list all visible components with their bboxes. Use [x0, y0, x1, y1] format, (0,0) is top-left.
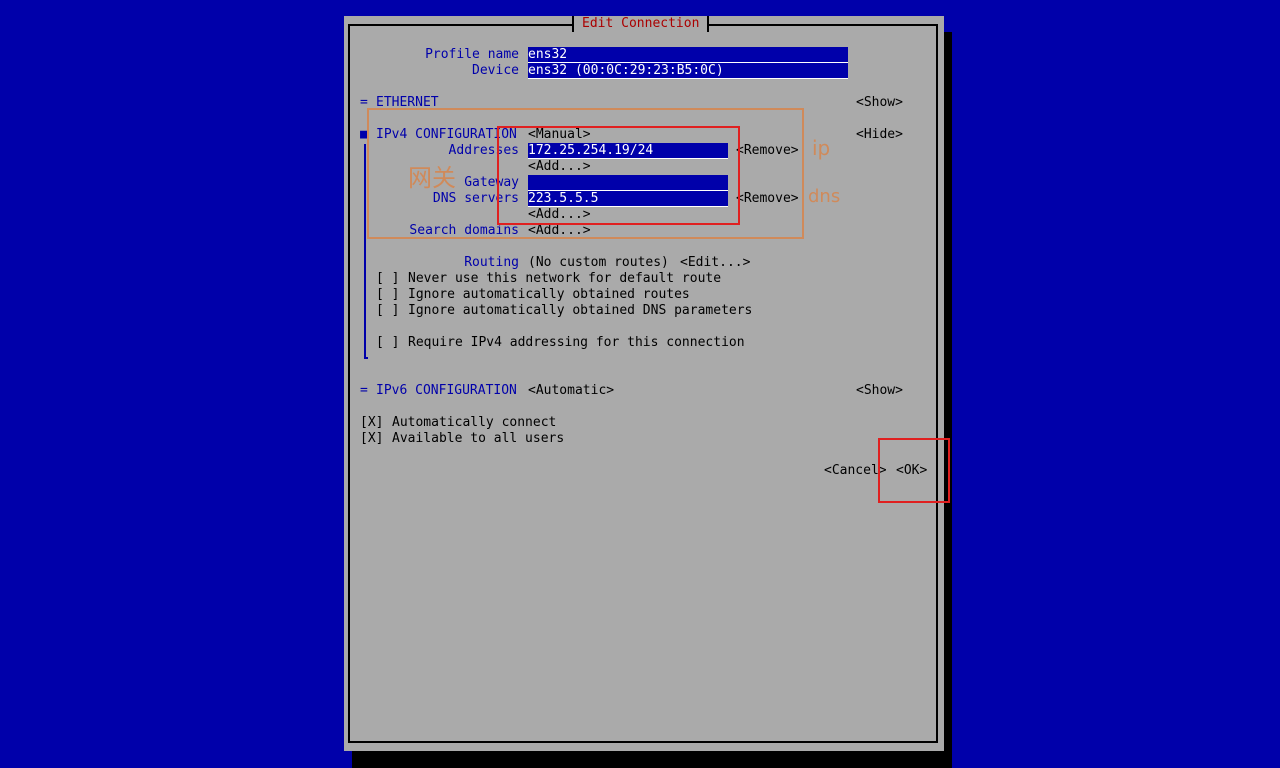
dialog-title: Edit Connection	[572, 16, 710, 32]
device-label: Device	[472, 63, 519, 78]
ipv6-section-label: IPv6 CONFIGURATION	[376, 383, 517, 398]
profile-name-label: Profile name	[425, 47, 519, 62]
gateway-annotation-text: 网关	[408, 164, 456, 192]
ip-annotation-text: ip	[812, 136, 831, 160]
ignore-dns-label: Ignore automatically obtained DNS parame…	[408, 303, 753, 318]
profile-name-field[interactable]: ens32	[528, 47, 848, 63]
ignore-routes-checkbox[interactable]: [ ]	[376, 287, 399, 303]
ipv4-section-bracket	[364, 144, 366, 358]
ipv4-section-bracket-end	[364, 357, 368, 359]
ipv6-expand-marker[interactable]: =	[360, 383, 368, 399]
ipv6-show-button[interactable]: <Show>	[856, 383, 903, 399]
routing-value: (No custom routes)	[528, 255, 669, 270]
ipv4-hide-button[interactable]: <Hide>	[856, 127, 903, 143]
auto-connect-checkbox[interactable]: [X]	[360, 415, 383, 431]
routing-label: Routing	[464, 255, 519, 270]
ignore-routes-label: Ignore automatically obtained routes	[408, 287, 690, 302]
require-ipv4-checkbox[interactable]: [ ]	[376, 335, 399, 351]
ignore-dns-checkbox[interactable]: [ ]	[376, 303, 399, 319]
all-users-label: Available to all users	[392, 431, 565, 446]
all-users-checkbox[interactable]: [X]	[360, 431, 383, 447]
routing-edit-button[interactable]: <Edit...>	[680, 255, 750, 271]
ipv6-mode-select[interactable]: <Automatic>	[528, 383, 614, 399]
ethernet-show-button[interactable]: <Show>	[856, 95, 903, 111]
auto-connect-label: Automatically connect	[392, 415, 557, 430]
never-default-route-label: Never use this network for default route	[408, 271, 722, 286]
device-field[interactable]: ens32 (00:0C:29:23:B5:0C)	[528, 63, 848, 79]
ip-dns-annotation-box	[497, 126, 740, 225]
require-ipv4-label: Require IPv4 addressing for this connect…	[408, 335, 745, 350]
ok-annotation-box	[878, 438, 950, 503]
dns-annotation-text: dns	[808, 186, 841, 207]
never-default-route-checkbox[interactable]: [ ]	[376, 271, 399, 287]
